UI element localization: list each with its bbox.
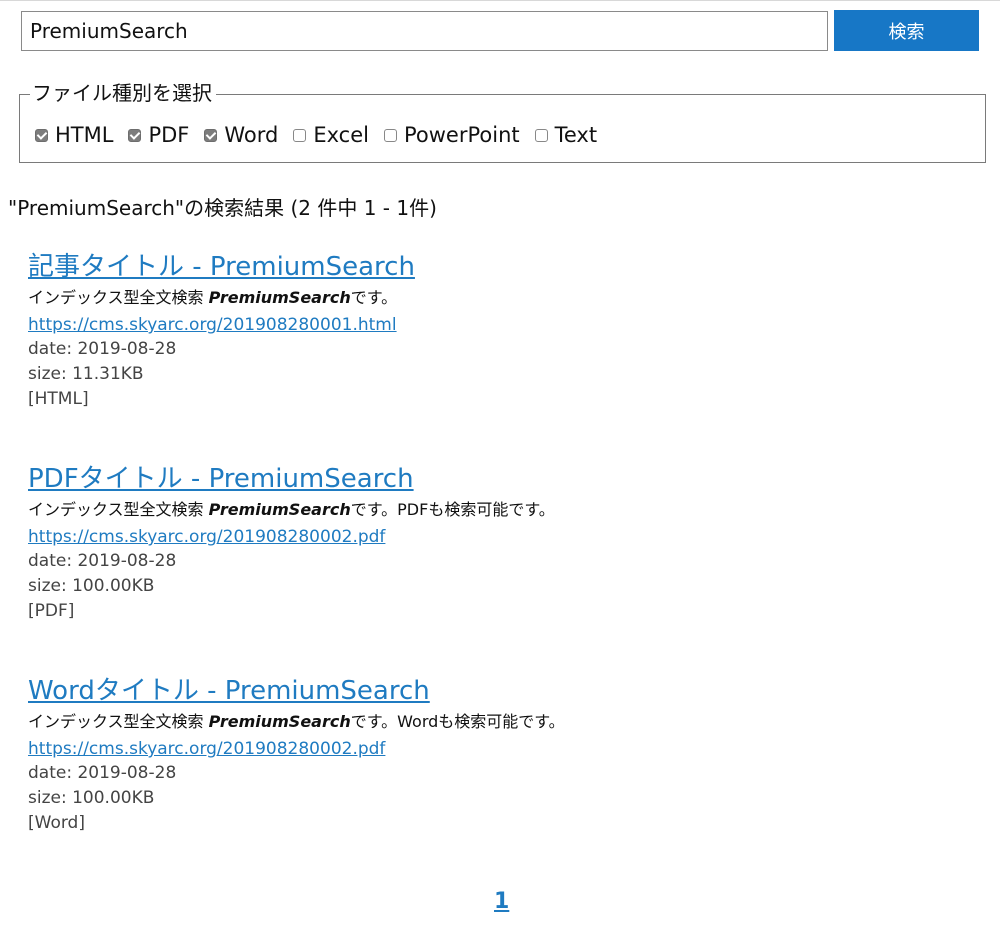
result-snippet: インデックス型全文検索 PremiumSearchです。Wordも検索可能です。 — [28, 712, 928, 732]
filetype-option-powerpoint[interactable]: PowerPoint — [383, 123, 520, 147]
result-type: [Word] — [28, 813, 85, 833]
filetype-option-pdf[interactable]: PDF — [128, 123, 189, 147]
result-item: 記事タイトル - PremiumSearch インデックス型全文検索 Premi… — [28, 252, 928, 412]
snippet-text-suffix: です。 — [350, 288, 398, 307]
html-label: HTML — [55, 123, 114, 147]
result-type: [PDF] — [28, 601, 75, 621]
result-url-link[interactable]: https://cms.skyarc.org/201908280002.pdf — [28, 527, 928, 547]
result-date: date: 2019-08-28 — [28, 763, 177, 783]
filetype-option-text[interactable]: Text — [534, 123, 598, 147]
result-date: date: 2019-08-28 — [28, 339, 177, 359]
result-title-link[interactable]: 記事タイトル - PremiumSearch — [28, 252, 928, 282]
result-snippet: インデックス型全文検索 PremiumSearchです。PDFも検索可能です。 — [28, 500, 928, 520]
filetype-option-word[interactable]: Word — [204, 123, 278, 147]
excel-label: Excel — [313, 123, 369, 147]
powerpoint-checkbox[interactable] — [383, 128, 397, 142]
text-checkbox[interactable] — [534, 128, 548, 142]
pdf-label: PDF — [148, 123, 190, 147]
filetype-legend: ファイル種別を選択 — [30, 80, 216, 106]
snippet-highlight: PremiumSearch — [208, 288, 351, 307]
result-title-link[interactable]: Wordタイトル - PremiumSearch — [28, 676, 928, 706]
excel-checkbox[interactable] — [293, 128, 307, 142]
snippet-text: インデックス型全文検索 — [28, 288, 209, 307]
snippet-text: インデックス型全文検索 — [28, 500, 209, 519]
pdf-checkbox[interactable] — [128, 128, 142, 142]
filetype-option-html[interactable]: HTML — [35, 123, 113, 147]
text-label: Text — [554, 123, 598, 147]
result-size: size: 11.31KB — [28, 364, 144, 384]
result-url-link[interactable]: https://cms.skyarc.org/201908280001.html — [28, 315, 928, 335]
search-input[interactable] — [21, 11, 828, 51]
filetype-option-excel[interactable]: Excel — [293, 123, 369, 147]
result-type: [HTML] — [28, 389, 89, 409]
filetype-fieldset: ファイル種別を選択 HTML PDF Word Excel PowerPoint… — [19, 80, 986, 163]
snippet-text-suffix: です。PDFも検索可能です。 — [350, 500, 555, 519]
pagination-page-1[interactable]: 1 — [494, 889, 509, 914]
result-item: PDFタイトル - PremiumSearch インデックス型全文検索 Prem… — [28, 464, 928, 624]
results-heading: "PremiumSearch"の検索結果 (2 件中 1 - 1件) — [8, 196, 437, 220]
powerpoint-label: PowerPoint — [403, 123, 520, 147]
result-snippet: インデックス型全文検索 PremiumSearchです。 — [28, 288, 928, 308]
result-url-link[interactable]: https://cms.skyarc.org/201908280002.pdf — [28, 739, 928, 759]
result-date: date: 2019-08-28 — [28, 551, 177, 571]
search-button[interactable]: 検索 — [834, 10, 979, 51]
word-checkbox[interactable] — [204, 128, 218, 142]
snippet-highlight: PremiumSearch — [208, 712, 351, 731]
snippet-highlight: PremiumSearch — [208, 500, 351, 519]
result-size: size: 100.00KB — [28, 788, 155, 808]
word-label: Word — [224, 123, 279, 147]
result-title-link[interactable]: PDFタイトル - PremiumSearch — [28, 464, 928, 494]
snippet-text-suffix: です。Wordも検索可能です。 — [350, 712, 565, 731]
snippet-text: インデックス型全文検索 — [28, 712, 209, 731]
result-size: size: 100.00KB — [28, 576, 155, 596]
filetype-options: HTML PDF Word Excel PowerPoint Text — [35, 123, 597, 147]
top-divider — [0, 0, 1000, 1]
html-checkbox[interactable] — [35, 128, 48, 142]
result-item: Wordタイトル - PremiumSearch インデックス型全文検索 Pre… — [28, 676, 928, 836]
